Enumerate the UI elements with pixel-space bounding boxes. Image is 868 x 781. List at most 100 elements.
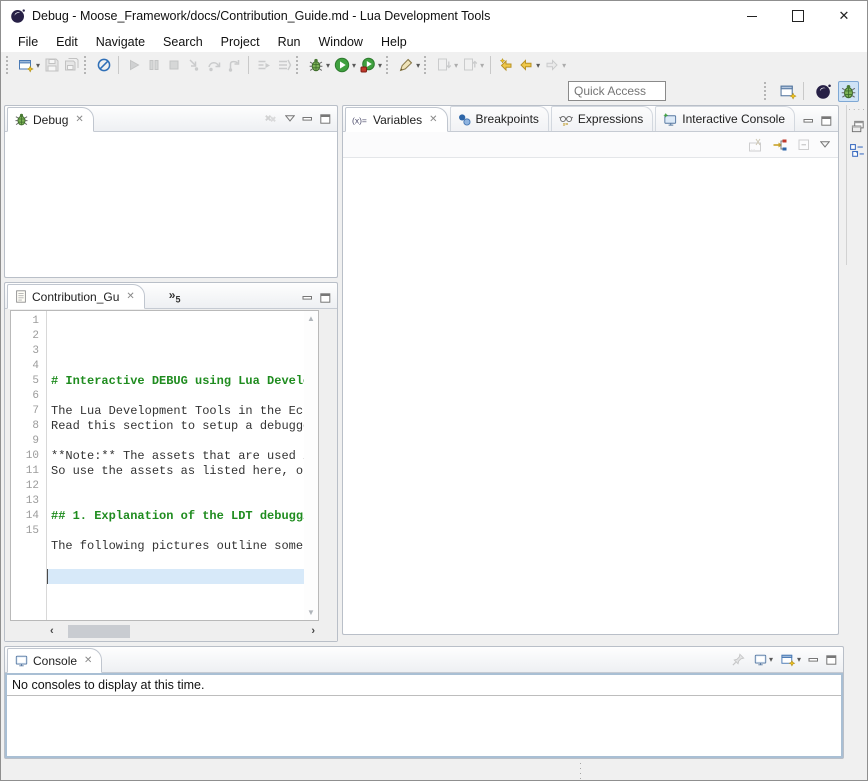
tab-expressions[interactable]: x= Expressions: [551, 106, 653, 131]
scrollbar-thumb[interactable]: [68, 625, 130, 638]
step-over-button[interactable]: [204, 55, 224, 75]
tab-interactive-console-label: Interactive Console: [682, 112, 785, 126]
code-line: So use the assets as listed here, or: [47, 464, 318, 479]
scroll-down-icon[interactable]: ▼: [307, 608, 315, 617]
tab-console[interactable]: Console ✕: [7, 648, 102, 673]
window-close-button[interactable]: ✕: [821, 1, 867, 31]
open-console-button[interactable]: ▾: [780, 652, 801, 667]
next-annotation-button[interactable]: ▾: [434, 55, 460, 75]
editor-area: Contribution_Gu ✕ »5 1234567891011121314…: [4, 282, 338, 642]
menu-item[interactable]: Help: [372, 33, 416, 51]
step-return-button[interactable]: [224, 55, 244, 75]
menu-item[interactable]: File: [9, 33, 47, 51]
code-line: Read this section to setup a debugger: [47, 419, 318, 434]
close-icon[interactable]: ✕: [75, 114, 83, 125]
open-perspective-button[interactable]: [778, 81, 799, 102]
menu-item[interactable]: Project: [212, 33, 269, 51]
hidden-editors-chevron[interactable]: »5: [169, 288, 181, 308]
editor-text[interactable]: # Interactive DEBUG using Lua DevelopThe…: [47, 311, 318, 620]
lua-perspective-button[interactable]: [813, 81, 834, 102]
maximize-view-icon[interactable]: [320, 293, 331, 303]
minimize-view-icon[interactable]: [302, 293, 313, 303]
drop-to-frame-button[interactable]: [274, 55, 294, 75]
maximize-view-icon[interactable]: [821, 116, 832, 126]
line-number: 14: [11, 509, 46, 524]
menu-item[interactable]: Search: [154, 33, 212, 51]
save-button[interactable]: [42, 55, 62, 75]
debug-view-content[interactable]: [5, 132, 337, 277]
code-line: [47, 389, 318, 404]
save-all-button[interactable]: [62, 55, 82, 75]
use-step-filters-button[interactable]: [254, 55, 274, 75]
line-number: 8: [11, 419, 46, 434]
terminate-button[interactable]: [164, 55, 184, 75]
close-icon[interactable]: ✕: [84, 655, 92, 666]
tab-variables-label: Variables: [373, 113, 422, 127]
debug-perspective-button[interactable]: [838, 81, 859, 102]
expressions-icon: x=: [558, 112, 574, 127]
toolbar-drag-handle: [424, 56, 430, 74]
perspective-toolbar: [1, 78, 867, 105]
menu-item[interactable]: Run: [269, 33, 310, 51]
quick-access-input[interactable]: [568, 81, 666, 101]
new-wizard-button[interactable]: ▾: [16, 55, 42, 75]
debug-button[interactable]: ▾: [306, 55, 332, 75]
close-icon[interactable]: ✕: [429, 114, 437, 125]
show-logical-structures-button[interactable]: [772, 137, 788, 153]
run-button[interactable]: ▾: [332, 55, 358, 75]
tab-debug[interactable]: Debug ✕: [7, 107, 94, 132]
view-menu-icon[interactable]: [285, 115, 295, 122]
previous-annotation-button[interactable]: ▾: [460, 55, 486, 75]
variables-content[interactable]: [343, 158, 838, 634]
window-maximize-button[interactable]: [775, 1, 821, 31]
collapse-all-button[interactable]: [796, 137, 812, 153]
suspend-button[interactable]: [144, 55, 164, 75]
scroll-right-icon[interactable]: ›: [307, 625, 319, 637]
line-number: 3: [11, 344, 46, 359]
debug-view: Debug ✕: [4, 105, 338, 278]
code-editor[interactable]: 123456789101112131415 # Interactive DEBU…: [10, 310, 319, 621]
window-minimize-button[interactable]: [729, 1, 775, 31]
code-line: [47, 494, 318, 509]
restore-view-button[interactable]: [850, 119, 866, 134]
pin-console-button[interactable]: [731, 652, 746, 667]
editor-horizontal-scrollbar[interactable]: ‹ ›: [46, 623, 319, 639]
resume-button[interactable]: [124, 55, 144, 75]
tab-breakpoints[interactable]: Breakpoints: [450, 106, 549, 131]
skip-all-breakpoints-button[interactable]: [94, 55, 114, 75]
view-menu-icon[interactable]: [820, 141, 830, 148]
tab-contribution-guide[interactable]: Contribution_Gu ✕: [7, 284, 145, 309]
menu-item[interactable]: Edit: [47, 33, 87, 51]
menu-item[interactable]: Navigate: [87, 33, 154, 51]
minimize-view-icon[interactable]: [808, 655, 819, 665]
forward-button[interactable]: ▾: [542, 55, 568, 75]
last-edit-location-button[interactable]: [496, 55, 516, 75]
external-tools-button[interactable]: ▾: [396, 55, 422, 75]
run-last-with-error-button[interactable]: ▾: [358, 55, 384, 75]
menu-item[interactable]: Window: [310, 33, 372, 51]
minimize-view-icon[interactable]: [302, 114, 313, 124]
scroll-left-icon[interactable]: ‹: [46, 625, 58, 637]
back-button[interactable]: ▾: [516, 55, 542, 75]
step-into-button[interactable]: [184, 55, 204, 75]
close-icon[interactable]: ✕: [126, 291, 134, 302]
tab-variables[interactable]: (x)= Variables ✕: [345, 107, 448, 132]
outline-view-button[interactable]: [849, 143, 866, 160]
display-selected-console-button[interactable]: ▾: [753, 653, 773, 667]
console-content[interactable]: No consoles to display at this time.: [5, 673, 843, 758]
editor-vertical-scrollbar[interactable]: ▲ ▼: [304, 311, 318, 620]
maximize-view-icon[interactable]: [826, 655, 837, 665]
line-number: 4: [11, 359, 46, 374]
scroll-up-icon[interactable]: ▲: [307, 314, 315, 323]
toolbar-drag-handle: [6, 56, 12, 74]
maximize-view-icon[interactable]: [320, 114, 331, 124]
tab-interactive-console[interactable]: Interactive Console: [655, 106, 795, 131]
remove-all-terminated-button[interactable]: [263, 111, 278, 126]
application-window: Debug - Moose_Framework/docs/Contributio…: [0, 0, 868, 781]
statusbar-drag-handle[interactable]: ····: [579, 761, 582, 781]
minimize-view-icon[interactable]: [803, 116, 814, 126]
console-separator: [7, 695, 841, 696]
line-number: 5: [11, 374, 46, 389]
trim-drag-handle[interactable]: ····: [848, 107, 867, 113]
show-type-names-button[interactable]: ...: [748, 137, 764, 153]
